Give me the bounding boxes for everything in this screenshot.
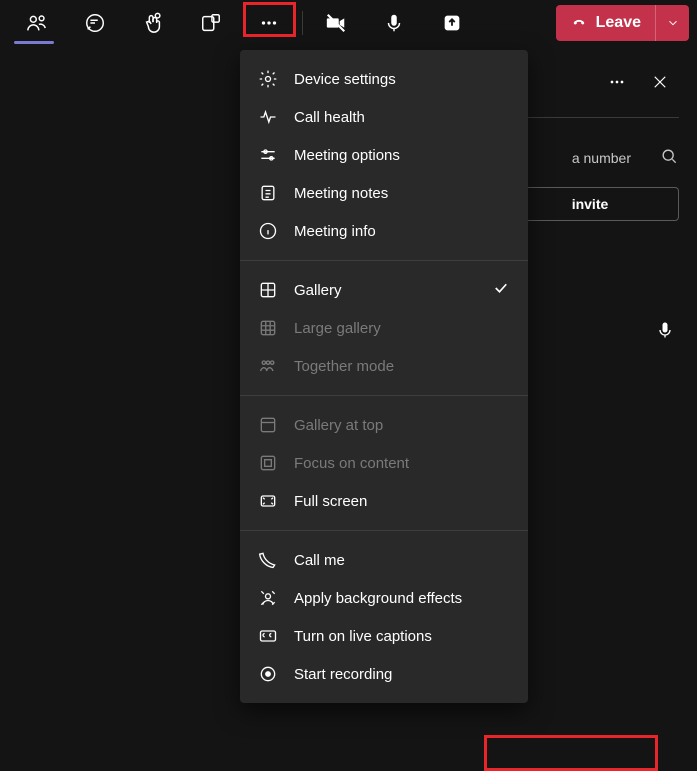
menu-item-label: Meeting info xyxy=(294,223,376,240)
search-placeholder: a number xyxy=(572,150,631,166)
background-effects-icon xyxy=(258,588,278,608)
menu-item-call-health[interactable]: Call health xyxy=(240,98,528,136)
menu-item-label: Large gallery xyxy=(294,320,381,337)
menu-section-view: Gallery at top Focus on content Full scr… xyxy=(240,396,528,530)
menu-item-meeting-options[interactable]: Meeting options xyxy=(240,136,528,174)
fullscreen-icon xyxy=(258,491,278,511)
menu-item-full-screen[interactable]: Full screen xyxy=(240,482,528,520)
menu-item-label: Gallery xyxy=(294,282,342,299)
info-icon xyxy=(258,221,278,241)
menu-section-settings: Device settings Call health Meeting opti… xyxy=(240,50,528,260)
menu-section-layout: Gallery Large gallery Together mode xyxy=(240,261,528,395)
chat-button[interactable] xyxy=(66,0,124,46)
rooms-button[interactable] xyxy=(182,0,240,46)
gear-icon xyxy=(258,69,278,89)
menu-item-device-settings[interactable]: Device settings xyxy=(240,60,528,98)
menu-item-label: Start recording xyxy=(294,666,392,683)
invite-label: invite xyxy=(572,196,609,212)
sliders-icon xyxy=(258,145,278,165)
menu-item-label: Together mode xyxy=(294,358,394,375)
menu-item-label: Meeting options xyxy=(294,147,400,164)
search-icon[interactable] xyxy=(659,146,679,169)
menu-item-meeting-notes[interactable]: Meeting notes xyxy=(240,174,528,212)
menu-item-start-recording[interactable]: Start recording xyxy=(240,655,528,693)
participant-mic-icon xyxy=(655,320,675,345)
more-actions-highlight xyxy=(243,2,296,37)
start-recording-highlight xyxy=(484,735,658,771)
menu-item-label: Device settings xyxy=(294,71,396,88)
panel-close-icon[interactable] xyxy=(651,73,669,96)
mic-toggle-button[interactable] xyxy=(365,0,423,46)
menu-item-label: Gallery at top xyxy=(294,417,383,434)
phone-icon xyxy=(258,550,278,570)
leave-button-group: Leave xyxy=(556,5,689,41)
menu-item-live-captions[interactable]: Turn on live captions xyxy=(240,617,528,655)
pulse-icon xyxy=(258,107,278,127)
leave-options-button[interactable] xyxy=(655,5,689,41)
notes-icon xyxy=(258,183,278,203)
menu-item-large-gallery: Large gallery xyxy=(240,309,528,347)
menu-item-call-me[interactable]: Call me xyxy=(240,541,528,579)
participants-button[interactable] xyxy=(8,0,66,46)
grid-2x2-icon xyxy=(258,280,278,300)
check-icon xyxy=(492,279,510,301)
panel-more-icon[interactable] xyxy=(607,72,627,97)
menu-item-meeting-info[interactable]: Meeting info xyxy=(240,212,528,250)
leave-label: Leave xyxy=(596,14,641,32)
menu-item-background-effects[interactable]: Apply background effects xyxy=(240,579,528,617)
menu-item-label: Apply background effects xyxy=(294,590,462,607)
menu-item-label: Call health xyxy=(294,109,365,126)
menu-item-label: Full screen xyxy=(294,493,367,510)
menu-item-label: Turn on live captions xyxy=(294,628,432,645)
menu-section-tools: Call me Apply background effects Turn on… xyxy=(240,531,528,703)
gallery-top-icon xyxy=(258,415,278,435)
focus-icon xyxy=(258,453,278,473)
menu-item-gallery[interactable]: Gallery xyxy=(240,271,528,309)
menu-item-label: Call me xyxy=(294,552,345,569)
share-button[interactable] xyxy=(423,0,481,46)
top-toolbar: Leave xyxy=(0,0,697,46)
menu-item-label: Meeting notes xyxy=(294,185,388,202)
menu-item-focus-content: Focus on content xyxy=(240,444,528,482)
active-tab-indicator xyxy=(14,41,54,44)
leave-button[interactable]: Leave xyxy=(556,5,655,41)
together-icon xyxy=(258,356,278,376)
record-icon xyxy=(258,664,278,684)
toolbar-divider xyxy=(302,11,303,35)
participants-panel: a number invite xyxy=(501,60,697,221)
more-actions-menu: Device settings Call health Meeting opti… xyxy=(240,50,528,703)
grid-3x3-icon xyxy=(258,318,278,338)
camera-toggle-button[interactable] xyxy=(307,0,365,46)
menu-item-label: Focus on content xyxy=(294,455,409,472)
reactions-button[interactable] xyxy=(124,0,182,46)
captions-icon xyxy=(258,626,278,646)
menu-item-gallery-at-top: Gallery at top xyxy=(240,406,528,444)
menu-item-together-mode: Together mode xyxy=(240,347,528,385)
